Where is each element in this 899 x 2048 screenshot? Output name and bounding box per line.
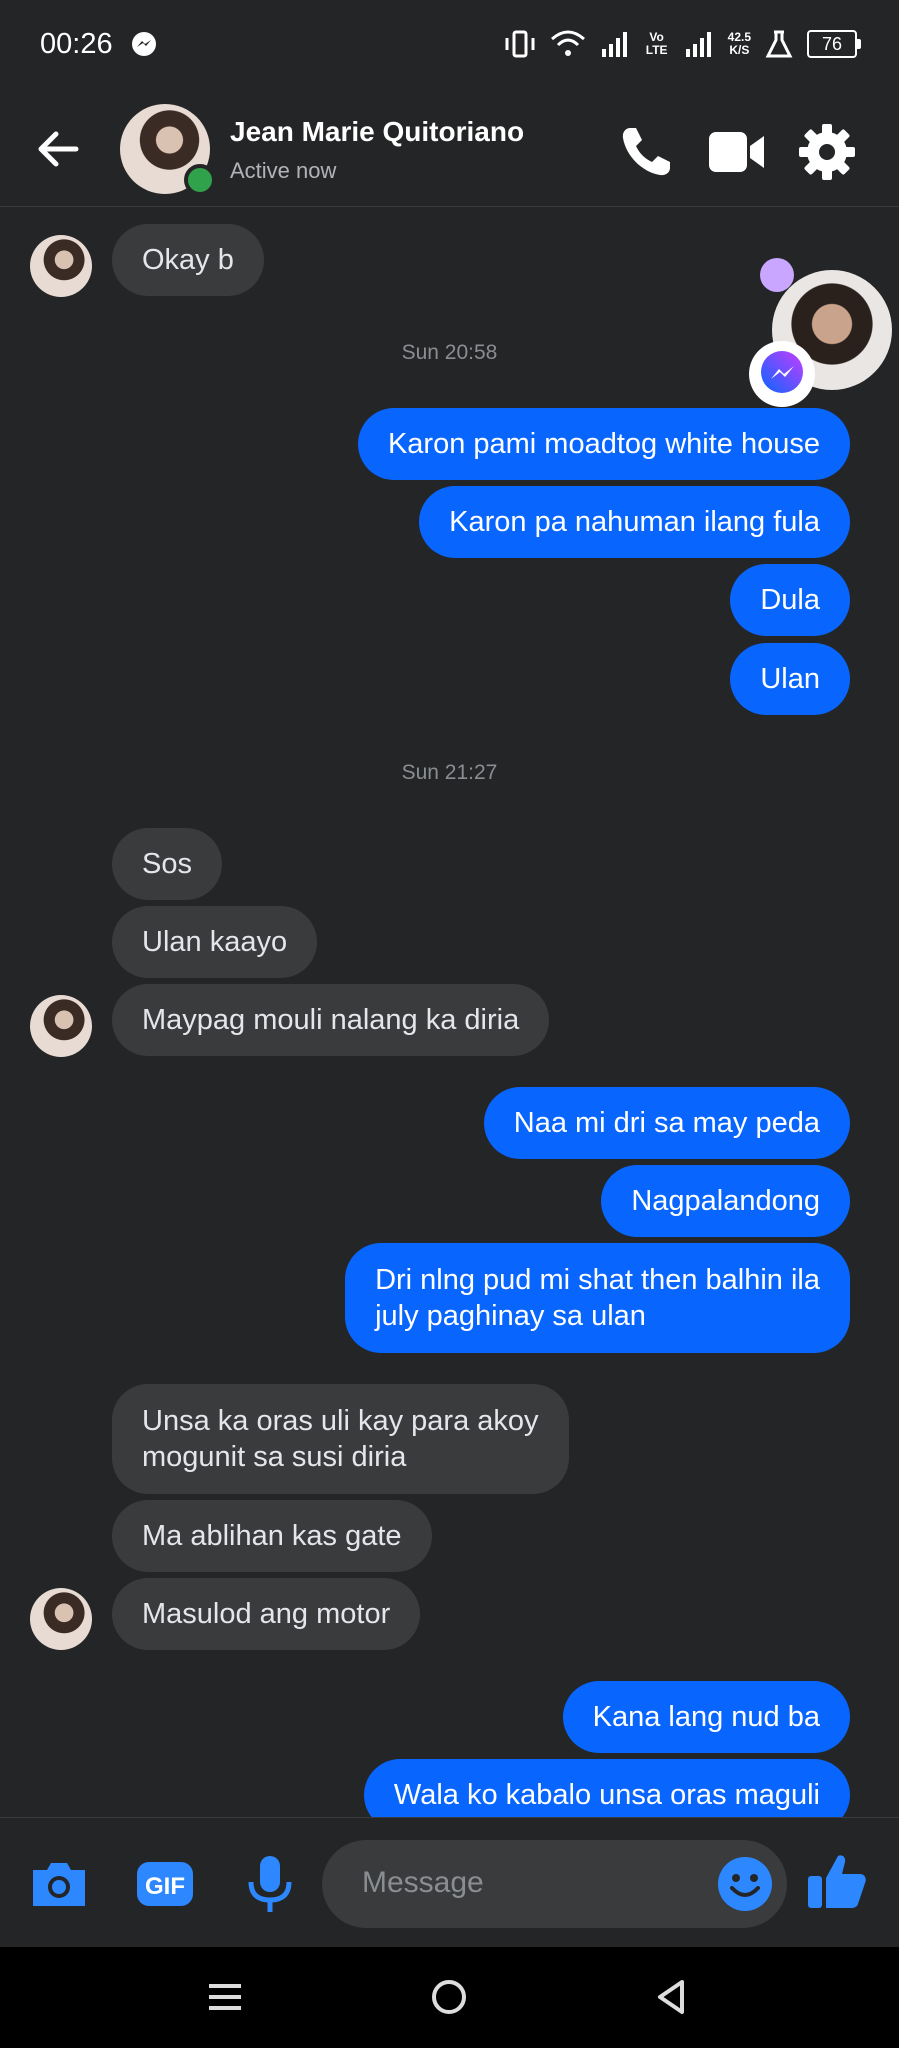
signal-icon [601,32,627,57]
contact-status: Active now [230,158,337,183]
message-outgoing[interactable]: Dri nlng pud mi shat then balhin ila jul… [345,1243,850,1353]
conversation-header: Jean Marie Quitoriano Active now [0,92,899,207]
messenger-notification-icon [132,32,156,56]
message-incoming[interactable]: Ma ablihan kas gate [112,1500,432,1572]
network-speed: 42.5 K/S [728,31,751,57]
camera-icon[interactable] [27,1852,91,1916]
gear-icon[interactable] [797,122,857,182]
timestamp: Sun 21:27 [401,761,498,784]
home-icon[interactable] [429,1977,469,2017]
message-incoming[interactable]: Sos [112,828,222,900]
message-incoming[interactable]: Okay b [112,224,264,296]
gif-icon[interactable]: GIF [133,1852,197,1916]
message-outgoing[interactable]: Ulan [730,643,850,715]
svg-text:GIF: GIF [145,1873,185,1900]
lab-flask-icon [765,30,793,58]
message-incoming[interactable]: Ulan kaayo [112,906,318,978]
video-icon[interactable] [706,122,766,182]
menu-icon[interactable] [205,1977,245,2017]
message-incoming[interactable]: Maypag mouli nalang ka diria [112,984,550,1056]
message-input-placeholder: Message [362,1866,484,1899]
message-outgoing[interactable]: Naa mi dri sa may peda [483,1087,850,1159]
status-bar: 00:26 Vo LTE 42.5 K/S 76 [0,0,899,92]
message-incoming[interactable]: Unsa ka oras uli kay para akoy mogunit s… [112,1384,569,1494]
sender-avatar [30,1588,92,1650]
message-outgoing[interactable]: Kana lang nud ba [562,1681,850,1753]
sender-avatar [30,995,92,1057]
phone-icon[interactable] [616,122,676,182]
chat-head-indicator [760,258,794,292]
messenger-badge-icon [749,341,815,407]
message-outgoing[interactable]: Karon pa nahuman ilang fula [419,486,850,558]
status-icons: Vo LTE 42.5 K/S 76 [504,26,861,62]
message-incoming[interactable]: Masulod ang motor [112,1578,421,1650]
microphone-icon[interactable] [238,1852,302,1916]
message-composer: GIF Message [0,1817,899,1948]
message-outgoing[interactable]: Karon pami moadtog white house [357,408,850,480]
message-outgoing[interactable]: Wala ko kabalo unsa oras maguli [363,1759,850,1817]
thumbs-up-icon[interactable] [804,1848,870,1914]
vibrate-icon [505,30,535,58]
system-nav-bar [0,1947,899,2048]
message-outgoing[interactable]: Dula [730,564,850,636]
contact-name[interactable]: Jean Marie Quitoriano [230,116,524,148]
signal-icon-2 [685,32,711,57]
online-indicator [184,164,216,196]
back-arrow-icon[interactable] [34,124,84,174]
message-thread[interactable]: Okay b Sun 20:58 Karon pami moadtog whit… [0,207,899,1817]
battery-level: 76 [807,30,857,58]
emoji-icon[interactable] [715,1854,775,1914]
volte-label: Vo LTE [645,30,668,57]
network-speed-unit: K/S [729,43,750,57]
status-time: 00:26 [40,28,113,60]
message-outgoing[interactable]: Nagpalandong [601,1165,850,1237]
sender-avatar [30,235,92,297]
back-triangle-icon[interactable] [652,1977,692,2017]
wifi-icon [550,30,585,56]
battery-indicator: 76 [807,30,861,58]
